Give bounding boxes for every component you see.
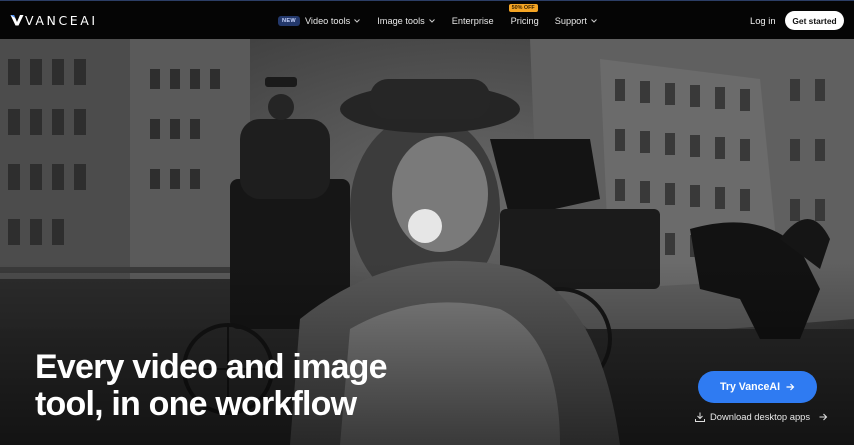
main-menu: NEW Video tools Image tools Enterprise 5… [278, 1, 597, 40]
discount-badge: 50% OFF [508, 3, 538, 12]
arrow-right-icon [786, 383, 795, 391]
hero-headline-line-2: tool, in one workflow [35, 385, 357, 423]
nav-item-enterprise[interactable]: Enterprise [452, 16, 494, 26]
try-vanceai-label: Try VanceAI [719, 381, 781, 393]
hero-headline-line-1: Every video and image [35, 348, 388, 386]
chevron-down-icon [428, 18, 435, 23]
nav-item-support[interactable]: Support [555, 16, 597, 26]
top-navigation-bar: VANCEAI NEW Video tools Image tools Ente… [0, 0, 854, 39]
nav-item-label: Image tools [377, 15, 425, 26]
hero-section: Every video and image tool, in one workf… [0, 39, 854, 445]
get-started-button[interactable]: Get started [785, 11, 844, 30]
nav-item-label: Video tools [304, 15, 351, 26]
chevron-down-icon [591, 18, 597, 23]
try-vanceai-button[interactable]: Try VanceAI [698, 371, 817, 403]
download-icon [695, 412, 705, 422]
download-desktop-apps-label: Download desktop apps [710, 411, 811, 422]
login-link[interactable]: Log in [750, 15, 776, 26]
brand-logo[interactable]: VANCEAI [10, 12, 98, 28]
nav-item-label: Enterprise [451, 15, 494, 26]
new-badge: NEW [278, 15, 300, 26]
nav-item-label: Pricing [510, 15, 539, 26]
nav-item-pricing[interactable]: 50% OFF Pricing [508, 3, 539, 26]
chevron-down-icon [354, 18, 361, 23]
brand-name: VANCEAI [25, 12, 98, 28]
hero-headline: Every video and image tool, in one workf… [35, 349, 455, 423]
nav-item-label: Support [554, 15, 587, 26]
vanceai-logo-icon [10, 15, 24, 26]
nav-item-image-tools[interactable]: Image tools [377, 16, 435, 26]
download-desktop-apps-link[interactable]: Download desktop apps [695, 411, 828, 422]
arrow-right-icon [819, 413, 828, 420]
nav-item-video-tools[interactable]: NEW Video tools [278, 15, 361, 26]
